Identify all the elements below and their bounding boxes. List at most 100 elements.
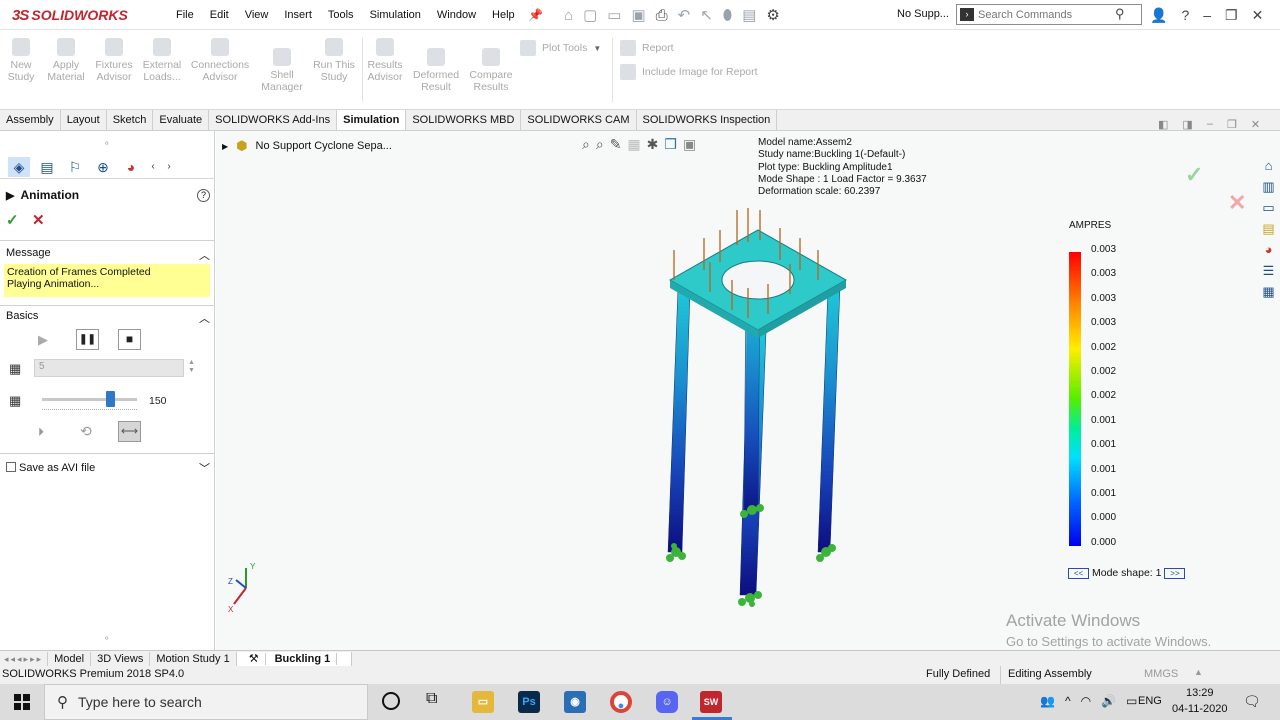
loop-icon[interactable]: ⟲ [80,423,92,440]
save-avi-row[interactable]: Save as AVI file ﹀ [6,460,210,476]
tab-mbd[interactable]: SOLIDWORKS MBD [406,110,522,130]
section-view-icon[interactable]: ▦ [627,136,640,153]
spinner-arrows-icon[interactable]: ▲ ▼ [188,359,195,375]
user-icon[interactable]: 👤 [1150,7,1167,24]
connections-advisor-button[interactable]: Connections Advisor [188,38,252,83]
forum-icon[interactable]: ▦ [1261,284,1277,301]
display-style-icon[interactable]: ▣ [683,136,696,153]
doc-restore-icon[interactable]: ❐ [1227,118,1237,131]
chrome-icon[interactable]: ● [610,691,632,713]
undo-icon[interactable]: ↶ [678,6,691,24]
pane-grip-icon[interactable]: ⚬ [103,633,111,644]
doc-minimize-icon[interactable]: – [1207,118,1213,131]
property-manager-icon[interactable]: ▤ [36,157,58,177]
flyout-tree-item[interactable]: ▶ ⬢ No Support Cyclone Sepa... [222,138,392,154]
ok-check-icon[interactable]: ✓ [6,211,19,229]
menu-help[interactable]: Help [484,9,523,21]
menu-edit[interactable]: Edit [202,9,237,21]
previous-mode-button[interactable]: << [1068,567,1089,579]
tab-3d-views[interactable]: 3D Views [91,651,151,666]
battery-icon[interactable]: ▭ [1126,694,1137,708]
previous-doc-icon[interactable]: ◧ [1158,118,1168,131]
menu-tools[interactable]: Tools [320,9,362,21]
status-units[interactable]: MMGS [1144,668,1178,680]
pin-icon[interactable]: 📌 [528,8,543,22]
help-circle-icon[interactable]: ? [197,188,210,202]
dimxpert-icon[interactable]: ⊕ [92,157,114,177]
next-mode-button[interactable]: >> [1164,567,1186,579]
save-avi-checkbox[interactable] [6,462,16,472]
view-orientation-icon[interactable]: ❒ [664,136,677,153]
configuration-manager-icon[interactable]: ⚐ [64,157,86,177]
speed-slider-thumb[interactable] [106,391,116,407]
windows-start-icon[interactable] [14,694,30,710]
tab-scroll-left-icon[interactable]: ‹ [148,157,158,177]
solidworks-resources-icon[interactable]: ⌂ [1261,158,1277,175]
notification-icon[interactable]: 🗨 [1243,693,1261,710]
feature-tree-icon[interactable]: ◈ [8,156,30,177]
design-library-icon[interactable]: ▥ [1261,179,1277,196]
file-explorer-icon[interactable]: ▭ [472,691,494,713]
include-image-button[interactable]: Include Image for Report [620,64,758,80]
photoshop-icon[interactable]: Ps [518,691,540,713]
external-loads-button[interactable]: External Loads... [139,38,185,83]
search-input[interactable] [978,7,1108,22]
pane-grip-icon[interactable]: ⚬ [103,138,111,149]
run-this-study-button[interactable]: Run This Study [310,38,358,83]
menu-simulation[interactable]: Simulation [362,9,429,21]
app-icon[interactable]: ◉ [564,691,586,713]
confirm-check-icon[interactable]: ✓ [1185,162,1203,188]
tray-chevron-icon[interactable]: ^ [1065,694,1071,708]
apply-material-button[interactable]: Apply Material [44,38,88,83]
tab-motion-study[interactable]: Motion Study 1 [150,651,237,666]
clock-time[interactable]: 13:29 [1186,687,1214,699]
clock-date[interactable]: 04-11-2020 [1172,703,1227,715]
select-arrow-icon[interactable]: ↖ [700,6,713,24]
previous-view-icon[interactable]: ✎ [610,136,622,153]
reciprocate-icon[interactable]: ⟷ [118,421,141,442]
play-button[interactable]: ▶ [38,332,48,348]
search-commands-box[interactable]: › ⚲ [956,4,1142,25]
tab-inspection[interactable]: SOLIDWORKS Inspection [637,110,778,130]
zoom-to-area-icon[interactable]: ⌕ [596,136,604,153]
deformed-result-button[interactable]: Deformed Result [410,48,462,93]
tab-nav-icons[interactable]: ◂◂◂▸▸▸ [0,651,49,666]
expand-arrow-icon[interactable]: ▶ [222,142,228,151]
tab-model[interactable]: Model [48,651,92,666]
solidworks-logo[interactable]: 3S SOLIDWORKS [12,4,142,26]
search-icon[interactable]: ⚲ [1115,6,1125,22]
tab-evaluate[interactable]: Evaluate [153,110,210,130]
report-button[interactable]: Report [620,40,674,56]
taskbar-search-box[interactable]: ⚲ Type here to search [44,684,368,720]
cortana-icon[interactable] [382,692,400,710]
network-icon[interactable]: ◠ [1081,694,1091,708]
menu-file[interactable]: File [168,9,202,21]
units-up-arrow-icon[interactable]: ▲ [1194,667,1203,677]
save-icon[interactable]: ▣ [631,6,645,24]
frames-spinner[interactable]: 5 [34,359,184,377]
solidworks-taskbar-icon[interactable]: SW [700,691,722,713]
file-properties-icon[interactable]: ▤ [742,6,756,24]
restore-icon[interactable]: ❐ [1225,7,1238,24]
tab-layout[interactable]: Layout [61,110,107,130]
shell-manager-button[interactable]: Shell Manager [258,48,306,93]
tab-simulation[interactable]: Simulation [337,110,407,130]
fixtures-advisor-button[interactable]: Fixtures Advisor [93,38,135,83]
language-indicator[interactable]: ENG [1138,695,1162,707]
speed-slider[interactable] [42,398,137,401]
menu-insert[interactable]: Insert [276,9,320,21]
people-icon[interactable]: 👥 [1040,694,1055,708]
menu-window[interactable]: Window [429,9,484,21]
zoom-to-fit-icon[interactable]: ⌕ [582,136,590,153]
new-document-icon[interactable]: ▢ [583,6,597,24]
cancel-x-icon[interactable]: ✕ [32,211,45,229]
tab-buckling-study[interactable]: ⚒ Buckling 1 [236,651,353,666]
message-section-header[interactable]: Message ︿ [6,247,210,263]
custom-properties-icon[interactable]: ☰ [1261,263,1277,280]
help-icon[interactable]: ? [1181,7,1189,23]
tab-cam[interactable]: SOLIDWORKS CAM [521,110,637,130]
rebuild-icon[interactable]: ⬮ [723,7,732,24]
new-study-button[interactable]: New Study [6,38,36,83]
display-manager-icon[interactable]: ◕ [120,157,142,177]
close-icon[interactable]: ✕ [1252,7,1264,24]
